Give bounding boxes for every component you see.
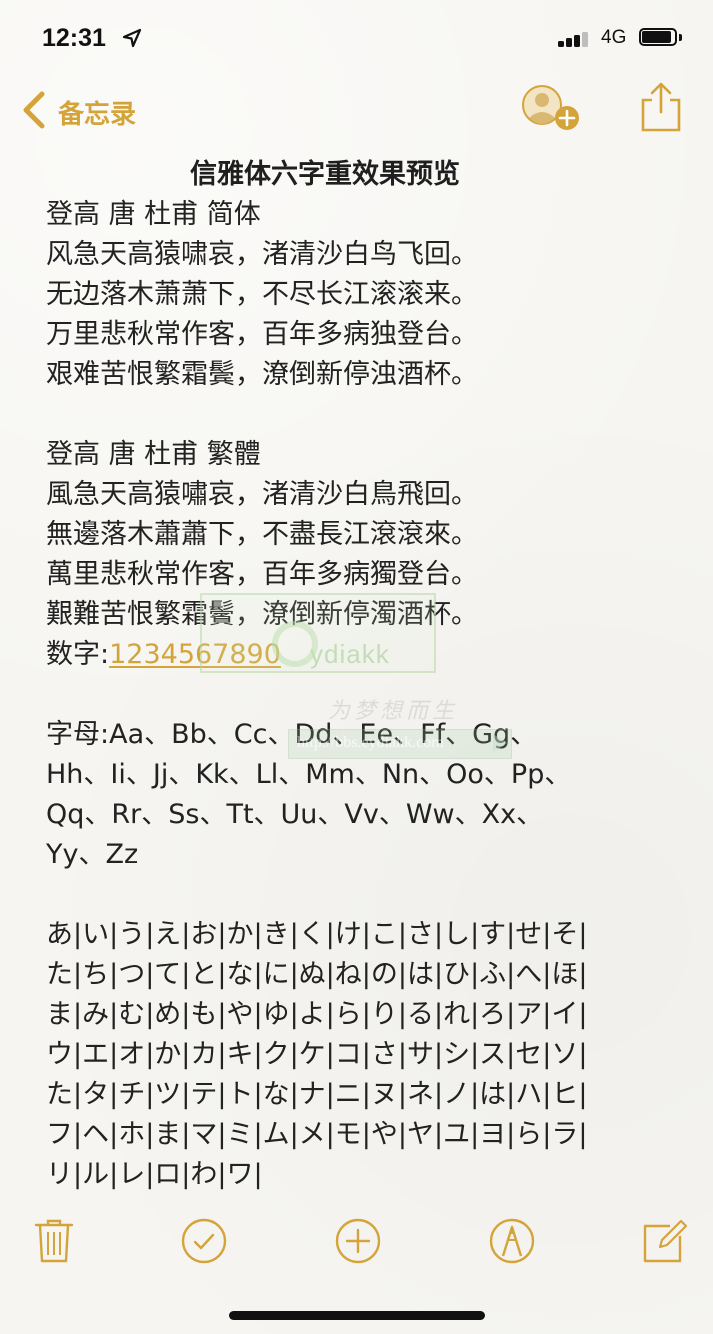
note-line: 萬里悲秋常作客，百年多病獨登台。 <box>46 559 478 590</box>
compose-button[interactable] <box>640 1216 690 1266</box>
compose-icon <box>643 1219 688 1263</box>
note-line: フ|ヘ|ホ|ま|マ|ミ|ム|メ|モ|や|ヤ|ユ|ヨ|ら|ラ| <box>46 1119 588 1150</box>
add-person-icon <box>522 85 579 130</box>
bottom-toolbar <box>0 1208 713 1278</box>
note-line: Qq、Rr、Ss、Tt、Uu、Vv、Ww、Xx、 <box>46 799 544 830</box>
back-label: 备忘录 <box>58 100 137 130</box>
note-line: Hh、Ii、Jj、Kk、Ll、Mm、Nn、Oo、Pp、 <box>46 759 572 790</box>
note-line: 无边落木萧萧下，不尽长江滚滚来。 <box>46 279 478 310</box>
note-line: 字母:Aa、Bb、Cc、Dd、Ee、Ff、Gg、 <box>46 719 538 750</box>
note-line: 艰难苦恨繁霜鬓，潦倒新停浊酒杯。 <box>46 359 478 390</box>
signal-bar <box>558 41 564 47</box>
phone-number-link[interactable]: 1234567890 <box>109 639 281 670</box>
share-button[interactable] <box>638 80 684 134</box>
note-blank-line <box>46 875 666 915</box>
note-line: ま|み|む|め|も|や|ゆ|よ|ら|り|る|れ|ろ|ア|イ| <box>46 999 588 1030</box>
digits-line: 数字:1234567890 <box>46 635 666 675</box>
battery-level-fill <box>642 31 671 43</box>
status-bar: 12:31 4G <box>0 0 713 80</box>
note-line: Yy、Zz <box>46 839 139 870</box>
markup-icon <box>489 1218 535 1264</box>
note-blank-line <box>46 675 666 715</box>
back-button[interactable]: 备忘录 <box>18 86 168 132</box>
chevron-left-icon <box>23 91 45 129</box>
share-icon <box>641 82 681 132</box>
markup-button[interactable] <box>487 1216 537 1266</box>
checklist-icon <box>181 1218 227 1264</box>
note-line: 艱難苦恨繁霜鬢，潦倒新停濁酒杯。 <box>46 599 478 630</box>
note-body[interactable]: 登高 唐 杜甫 简体 风急天高猿啸哀，渚清沙白鸟飞回。 无边落木萧萧下，不尽长江… <box>46 195 666 1195</box>
note-line: 万里悲秋常作客，百年多病独登台。 <box>46 319 478 350</box>
digits-label: 数字: <box>46 639 110 670</box>
signal-bar <box>574 35 580 47</box>
add-icon <box>335 1218 381 1264</box>
cellular-signal-icon <box>558 31 592 47</box>
note-line: あ|い|う|え|お|か|き|く|け|こ|さ|し|す|せ|そ| <box>46 919 588 950</box>
checklist-button[interactable] <box>179 1216 229 1266</box>
note-line: ウ|エ|オ|か|カ|キ|ク|ケ|コ|さ|サ|シ|ス|セ|ソ| <box>46 1039 588 1070</box>
home-indicator[interactable] <box>229 1311 485 1320</box>
note-line: 登高 唐 杜甫 繁體 <box>46 439 261 470</box>
status-time: 12:31 <box>42 24 106 52</box>
navigation-bar: 备忘录 <box>0 80 713 140</box>
note-line: 無邊落木蕭蕭下，不盡長江滾滾來。 <box>46 519 478 550</box>
note-line: た|タ|チ|ツ|テ|ト|な|ナ|ニ|ヌ|ネ|ノ|は|ハ|ヒ| <box>46 1079 588 1110</box>
note-line: 登高 唐 杜甫 简体 <box>46 199 261 230</box>
note-line: 风急天高猿啸哀，渚清沙白鸟飞回。 <box>46 239 478 270</box>
signal-bar <box>582 32 588 47</box>
location-arrow-icon <box>122 28 142 48</box>
signal-bar <box>566 38 572 47</box>
note-title: 信雅体六字重效果预览 <box>190 159 460 190</box>
add-button[interactable] <box>333 1216 383 1266</box>
battery-icon <box>639 28 685 48</box>
note-line: た|ち|つ|て|と|な|に|ぬ|ね|の|は|ひ|ふ|へ|ほ| <box>46 959 588 990</box>
note-line: リ|ル|レ|ロ|わ|ワ| <box>46 1159 263 1190</box>
delete-button[interactable] <box>29 1216 79 1266</box>
add-people-button[interactable] <box>518 84 584 134</box>
note-line: 風急天高猿嘯哀，渚清沙白鳥飛回。 <box>46 479 478 510</box>
trash-icon <box>34 1219 74 1263</box>
note-blank-line <box>46 395 666 435</box>
network-type: 4G <box>601 27 627 48</box>
